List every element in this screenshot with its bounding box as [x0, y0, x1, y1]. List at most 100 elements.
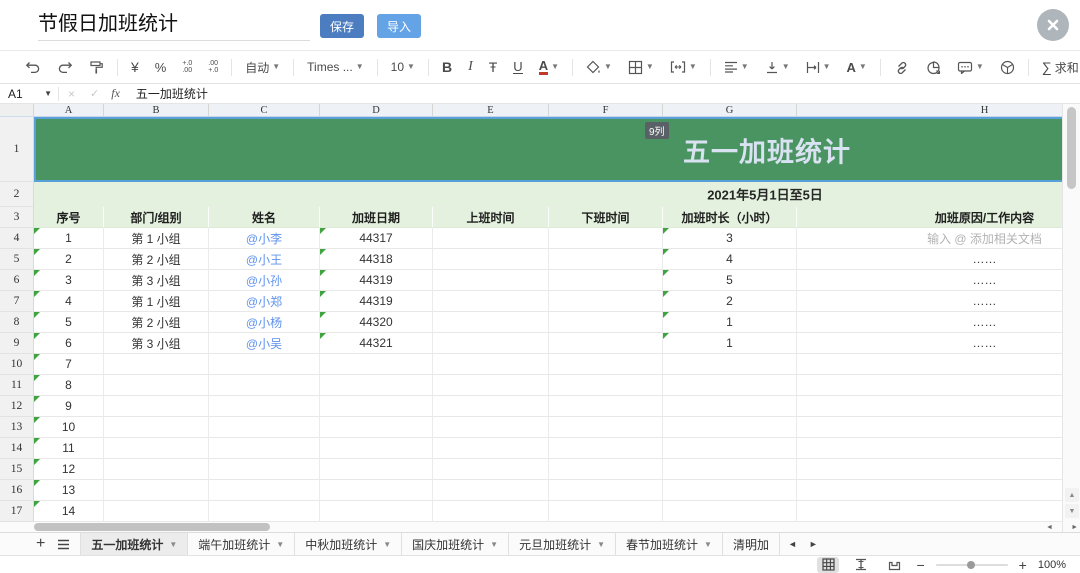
column-header-C[interactable]: C — [209, 104, 320, 117]
undo-icon[interactable] — [18, 54, 48, 80]
link-icon[interactable] — [887, 54, 917, 80]
cell[interactable]: 44318 — [320, 249, 433, 270]
horizontal-scrollbar[interactable] — [0, 522, 1062, 532]
tab-menu-caret-icon[interactable]: ▼ — [704, 540, 712, 549]
sheet-tab-0[interactable]: 五一加班统计▼ — [80, 533, 188, 556]
cell[interactable]: 10 — [34, 417, 104, 438]
number-format-dropdown[interactable]: 自动▼ — [238, 54, 287, 80]
cell[interactable] — [549, 228, 663, 249]
scroll-up-icon[interactable]: ▲ — [1065, 488, 1079, 502]
cell[interactable]: 第 3 小组 — [104, 270, 209, 291]
cell[interactable] — [663, 354, 797, 375]
cell[interactable]: …… — [797, 249, 1062, 270]
import-button[interactable]: 导入 — [377, 14, 421, 38]
row-header[interactable]: 5 — [0, 249, 34, 270]
cell[interactable] — [549, 354, 663, 375]
mention-link[interactable]: @小吴 — [246, 335, 282, 352]
tab-menu-caret-icon[interactable]: ▼ — [276, 540, 284, 549]
grid-view-icon[interactable] — [817, 557, 839, 573]
row-header[interactable]: 17 — [0, 501, 34, 522]
table-column-title[interactable]: 上班时间 — [433, 207, 549, 228]
cell[interactable] — [549, 417, 663, 438]
strikethrough-button[interactable]: Ŧ — [482, 54, 505, 80]
cell[interactable]: 44317 — [320, 228, 433, 249]
cell[interactable]: 第 2 小组 — [104, 312, 209, 333]
cell[interactable] — [104, 417, 209, 438]
cell[interactable]: 7 — [34, 354, 104, 375]
row-header[interactable]: 6 — [0, 270, 34, 291]
cell[interactable] — [320, 354, 433, 375]
merge-cells-dropdown[interactable]: ▼ — [663, 54, 704, 80]
cell[interactable] — [433, 333, 549, 354]
sheet-list-icon[interactable] — [57, 539, 70, 550]
cell[interactable] — [663, 438, 797, 459]
cell[interactable]: @小郑 — [209, 291, 320, 312]
cell[interactable] — [433, 375, 549, 396]
cell[interactable] — [549, 396, 663, 417]
table-column-title[interactable]: 加班原因/工作内容 — [797, 207, 1062, 228]
column-header-A[interactable]: A — [34, 104, 104, 117]
column-header-B[interactable]: B — [104, 104, 209, 117]
ibeam-view-icon[interactable] — [850, 557, 872, 573]
card-view-icon[interactable] — [883, 557, 905, 573]
cell[interactable] — [797, 480, 1062, 501]
cell[interactable] — [320, 459, 433, 480]
cell[interactable] — [433, 354, 549, 375]
cell[interactable] — [433, 480, 549, 501]
bold-button[interactable]: B — [435, 54, 459, 80]
row-header[interactable]: 4 — [0, 228, 34, 249]
document-title-input[interactable]: 节假日加班统计 — [38, 9, 310, 41]
cell[interactable]: 9 — [34, 396, 104, 417]
table-column-title[interactable]: 下班时间 — [549, 207, 663, 228]
scroll-down-icon[interactable]: ▼ — [1065, 504, 1079, 518]
cell[interactable]: 5 — [34, 312, 104, 333]
mention-link[interactable]: @小郑 — [246, 293, 282, 310]
row-header[interactable]: 7 — [0, 291, 34, 312]
cell[interactable] — [209, 354, 320, 375]
cell[interactable] — [433, 249, 549, 270]
tab-menu-caret-icon[interactable]: ▼ — [597, 540, 605, 549]
cell[interactable] — [104, 480, 209, 501]
cell[interactable]: @小李 — [209, 228, 320, 249]
cell[interactable] — [433, 501, 549, 522]
cell[interactable] — [104, 375, 209, 396]
column-header-E[interactable]: E — [433, 104, 549, 117]
column-header-F[interactable]: F — [549, 104, 663, 117]
italic-button[interactable]: I — [461, 54, 480, 80]
cell[interactable]: 3 — [663, 228, 797, 249]
cell[interactable]: 输入 @ 添加相关文档 — [797, 228, 1062, 249]
cell[interactable]: …… — [797, 291, 1062, 312]
column-header-G[interactable]: G — [663, 104, 797, 117]
mention-link[interactable]: @小孙 — [246, 272, 282, 289]
zoom-out-icon[interactable]: − — [916, 558, 924, 572]
cell[interactable]: 44321 — [320, 333, 433, 354]
cell[interactable] — [104, 438, 209, 459]
cell[interactable] — [663, 396, 797, 417]
tab-menu-caret-icon[interactable]: ▼ — [383, 540, 391, 549]
fill-color-dropdown[interactable]: ▼ — [579, 54, 619, 80]
table-column-title[interactable]: 部门/组别 — [104, 207, 209, 228]
cell[interactable]: 2 — [34, 249, 104, 270]
currency-format-button[interactable]: ¥ — [124, 54, 146, 80]
font-family-dropdown[interactable]: Times ...▼ — [300, 54, 370, 80]
cell[interactable] — [209, 375, 320, 396]
cell[interactable]: 6 — [34, 333, 104, 354]
cell[interactable] — [320, 438, 433, 459]
cell[interactable]: 11 — [34, 438, 104, 459]
horizontal-align-dropdown[interactable]: ▼ — [717, 54, 756, 80]
cell[interactable]: 14 — [34, 501, 104, 522]
cell[interactable]: 2 — [663, 291, 797, 312]
cell[interactable]: 44319 — [320, 270, 433, 291]
cell[interactable] — [104, 354, 209, 375]
tab-next-icon[interactable]: ► — [809, 539, 818, 549]
borders-dropdown[interactable]: ▼ — [621, 54, 661, 80]
cell[interactable] — [209, 501, 320, 522]
table-column-title[interactable]: 加班时长（小时） — [663, 207, 797, 228]
row-header[interactable]: 10 — [0, 354, 34, 375]
cell[interactable]: 5 — [663, 270, 797, 291]
cell[interactable] — [209, 396, 320, 417]
cancel-entry-icon[interactable]: × — [59, 87, 84, 101]
cell[interactable]: …… — [797, 270, 1062, 291]
redo-icon[interactable] — [50, 54, 80, 80]
sum-dropdown[interactable]: ∑ 求和 ▼ — [1035, 54, 1080, 80]
